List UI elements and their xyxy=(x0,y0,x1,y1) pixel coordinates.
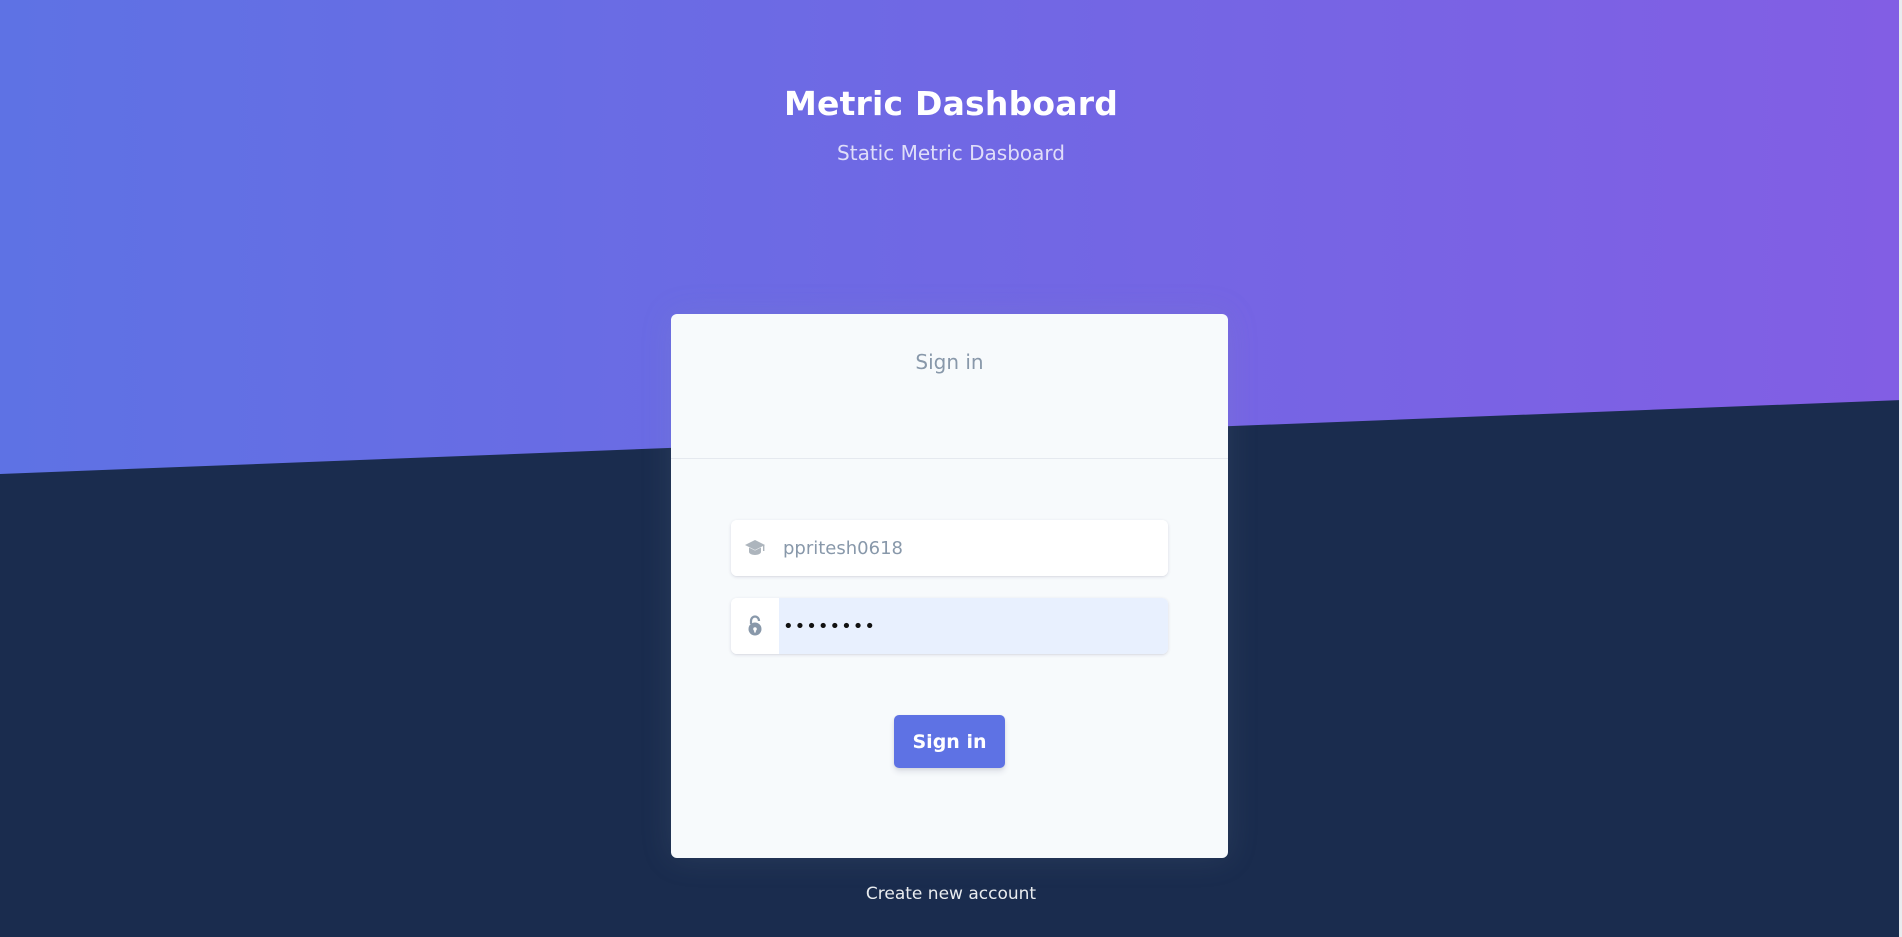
page-subtitle: Static Metric Dasboard xyxy=(837,141,1065,165)
password-input-group xyxy=(731,598,1168,654)
graduation-cap-icon xyxy=(731,520,779,576)
page: Metric Dashboard Static Metric Dasboard … xyxy=(0,0,1902,937)
password-field[interactable] xyxy=(779,598,1168,654)
create-account-link[interactable]: Create new account xyxy=(0,884,1902,904)
page-title: Metric Dashboard xyxy=(783,84,1119,123)
page-header: Metric Dashboard Static Metric Dasboard xyxy=(0,84,1902,165)
login-card: Sign in Sign xyxy=(671,314,1228,858)
sign-in-button[interactable]: Sign in xyxy=(894,715,1005,768)
username-field[interactable] xyxy=(779,520,1168,576)
card-header: Sign in xyxy=(671,314,1228,459)
unlock-icon xyxy=(731,598,779,654)
card-header-text: Sign in xyxy=(915,350,984,374)
username-input-group xyxy=(731,520,1168,576)
